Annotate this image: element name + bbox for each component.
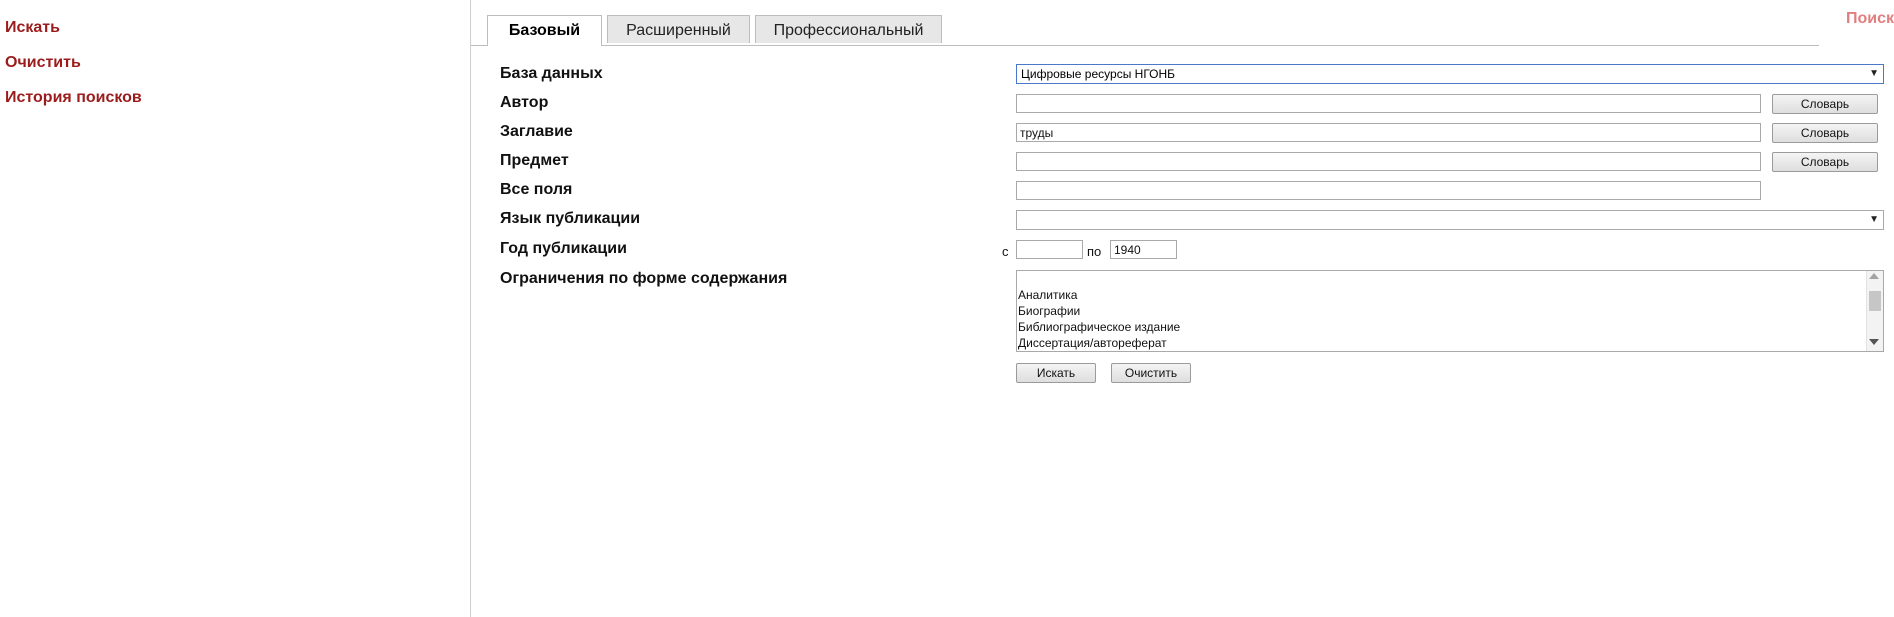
all-fields-label: Все поля (500, 181, 573, 198)
author-dictionary-button[interactable]: Словарь (1772, 94, 1878, 114)
year-to-input[interactable]: 1940 (1110, 240, 1177, 259)
sidebar-link-clear[interactable]: Очистить (5, 54, 81, 72)
listbox-scrollbar[interactable] (1866, 271, 1883, 351)
subject-label: Предмет (500, 152, 569, 169)
content-limits-label: Ограничения по форме содержания (500, 270, 788, 287)
scroll-thumb[interactable] (1869, 291, 1881, 311)
tab-extended[interactable]: Расширенный (607, 15, 750, 43)
clear-button[interactable]: Очистить (1111, 363, 1191, 383)
content-limits-options: Аналитика Биографии Библиографическое из… (1018, 287, 1180, 351)
tab-basic[interactable]: Базовый (487, 15, 602, 46)
author-input[interactable] (1016, 94, 1761, 113)
language-label: Язык публикации (500, 210, 641, 227)
title-label: Заглавие (500, 123, 573, 140)
scroll-down-icon[interactable] (1869, 339, 1879, 345)
list-item[interactable]: Аналитика (1018, 287, 1180, 303)
year-label: Год публикации (500, 240, 627, 257)
list-item[interactable]: Диссертация/автореферат (1018, 335, 1180, 351)
list-item[interactable]: Библиографическое издание (1018, 319, 1180, 335)
list-item[interactable]: Биографии (1018, 303, 1180, 319)
tab-professional[interactable]: Профессиональный (755, 15, 942, 43)
search-button[interactable]: Искать (1016, 363, 1096, 383)
content-limits-listbox[interactable]: Аналитика Биографии Библиографическое из… (1016, 270, 1884, 352)
sidebar: Искать Очистить История поисков (0, 0, 471, 617)
title-dictionary-button[interactable]: Словарь (1772, 123, 1878, 143)
top-right-search-link[interactable]: Поиск (1846, 10, 1894, 28)
dropdown-arrow-icon: ▼ (1869, 214, 1879, 225)
database-select-value: Цифровые ресурсы НГОНБ (1021, 67, 1176, 81)
database-select[interactable]: Цифровые ресурсы НГОНБ ▼ (1016, 64, 1884, 84)
language-select[interactable]: ▼ (1016, 210, 1884, 230)
author-label: Автор (500, 94, 549, 111)
year-from-input[interactable] (1016, 240, 1083, 259)
title-input[interactable]: труды (1016, 123, 1761, 142)
year-to-label: по (1087, 244, 1102, 259)
search-mode-tabs: Базовый Расширенный Профессиональный (471, 14, 1819, 46)
database-label: База данных (500, 65, 603, 82)
sidebar-link-search-history[interactable]: История поисков (5, 89, 142, 107)
main-content: Поиск Базовый Расширенный Профессиональн… (471, 0, 1894, 617)
scroll-up-icon[interactable] (1869, 273, 1879, 279)
subject-dictionary-button[interactable]: Словарь (1772, 152, 1878, 172)
all-fields-input[interactable] (1016, 181, 1761, 200)
year-from-label: с (1002, 244, 1009, 259)
sidebar-link-search[interactable]: Искать (5, 19, 60, 37)
subject-input[interactable] (1016, 152, 1761, 171)
dropdown-arrow-icon: ▼ (1869, 68, 1879, 79)
